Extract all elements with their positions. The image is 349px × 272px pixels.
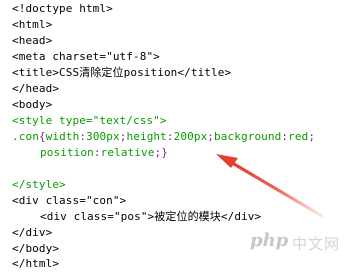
code-line-head-open: <head> bbox=[12, 34, 53, 47]
code-line-meta: <meta charset="utf-8"> bbox=[12, 50, 160, 63]
code-line-head-close: </head> bbox=[12, 82, 60, 95]
code-line-html-open: <html> bbox=[12, 18, 53, 31]
css-separator: { bbox=[38, 130, 46, 143]
code-line-style-open: <style type="text/css"> bbox=[12, 114, 167, 127]
php-cn-watermark: php 中文网 bbox=[240, 226, 340, 260]
watermark-text: 中文网 bbox=[292, 235, 341, 253]
css-separator: ; bbox=[308, 130, 316, 143]
code-line-div-close: </div> bbox=[12, 226, 53, 239]
code-line-div-pos: <div class="pos">被定位的模块</div> bbox=[40, 210, 262, 223]
css-separator: } bbox=[161, 146, 168, 159]
css-separator: : bbox=[79, 130, 87, 143]
code-line-style-close: </style> bbox=[12, 178, 66, 191]
css-separator: : bbox=[166, 130, 174, 143]
code-line-html-close: </html> bbox=[12, 257, 60, 270]
code-line-doctype: <!doctype html> bbox=[12, 2, 113, 15]
code-line-div-con: <div class="con"> bbox=[12, 194, 127, 207]
code-line-body-open: <body> bbox=[12, 98, 53, 111]
css-separator: ; bbox=[119, 130, 127, 143]
watermark-logo: php bbox=[250, 230, 289, 251]
css-separator: : bbox=[93, 146, 101, 159]
code-line-body-close: </body> bbox=[12, 242, 60, 255]
code-line-css-rule: .con{width:300px;height:200px;background… bbox=[12, 130, 316, 143]
code-line-title: <title>CSS清除定位position</title> bbox=[12, 66, 232, 79]
css-separator: : bbox=[281, 130, 289, 143]
code-line-css-position: position:relative;} bbox=[40, 146, 168, 159]
css-separator: ; bbox=[207, 130, 215, 143]
